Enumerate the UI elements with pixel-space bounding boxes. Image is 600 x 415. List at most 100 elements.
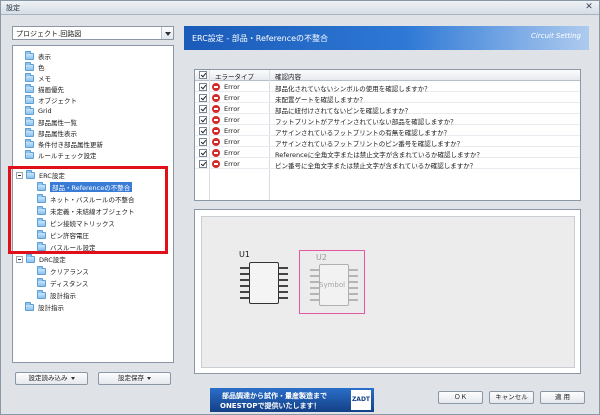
tree-item[interactable]: オブジェクト bbox=[25, 94, 77, 105]
caret-down-icon bbox=[70, 376, 75, 380]
row-checkbox[interactable] bbox=[199, 160, 207, 168]
row-checkbox[interactable] bbox=[199, 116, 207, 124]
pin bbox=[240, 279, 249, 281]
pin bbox=[349, 269, 358, 271]
pin bbox=[310, 293, 319, 295]
tree-item[interactable]: 設計指示 bbox=[25, 301, 64, 312]
error-icon bbox=[212, 149, 220, 157]
folder-icon bbox=[25, 105, 34, 115]
tree-item[interactable]: 部品属性表示 bbox=[25, 127, 77, 138]
pin bbox=[279, 291, 288, 293]
tree-item[interactable]: 描画優先 bbox=[25, 83, 64, 94]
table-row[interactable]: Error 部品に紐付けされてないピンを確認しますか？ bbox=[195, 104, 580, 115]
load-settings-button[interactable]: 設定読み込み bbox=[15, 372, 88, 385]
folder-icon bbox=[37, 265, 46, 275]
preview-canvas: U1 U2 Symbol bbox=[201, 216, 575, 368]
folder-icon bbox=[25, 50, 34, 60]
error-icon bbox=[212, 94, 220, 102]
pin bbox=[310, 287, 319, 289]
promo-banner[interactable]: 部品調達から試作・量産製造まで ONESTOPで提供いたします！ ZADT bbox=[210, 388, 374, 412]
column-header-desc: 確認内容 bbox=[275, 73, 301, 81]
folder-icon bbox=[25, 83, 34, 93]
tree-item[interactable]: ディスタンス bbox=[37, 277, 88, 288]
pin bbox=[279, 279, 288, 281]
row-checkbox[interactable] bbox=[199, 127, 207, 135]
table-row[interactable]: Error 部品化されていないシンボルの使用を確認しますか？ bbox=[195, 82, 580, 93]
pin bbox=[349, 275, 358, 277]
save-settings-button[interactable]: 設定保存 bbox=[98, 372, 171, 385]
table-row[interactable]: Error アサインされているフットプリントのピン番号を確認しますか？ bbox=[195, 137, 580, 148]
tree-item[interactable]: 設計指示 bbox=[37, 289, 76, 300]
folder-icon bbox=[25, 116, 34, 126]
chevron-down-icon[interactable] bbox=[161, 27, 173, 39]
tree-item[interactable]: メモ bbox=[25, 72, 51, 83]
row-checkbox[interactable] bbox=[199, 105, 207, 113]
ok-button[interactable]: ＯＫ bbox=[438, 391, 483, 404]
folder-icon bbox=[37, 289, 46, 299]
folder-icon bbox=[25, 127, 34, 137]
window-title: 設定 bbox=[6, 4, 20, 12]
cancel-button[interactable]: キャンセル bbox=[489, 391, 534, 404]
title-bar: 設定 ✕ bbox=[1, 1, 599, 15]
tree-item[interactable]: 部品属性一覧 bbox=[25, 116, 77, 127]
tree-item[interactable]: ルールチェック設定 bbox=[25, 149, 97, 160]
tree-item-drc[interactable]: DRC設定 bbox=[16, 253, 66, 264]
error-icon bbox=[212, 127, 220, 135]
pin bbox=[310, 269, 319, 271]
table-row[interactable]: Error Referenceに全角文字または禁止文字が含まれているか確認しますか… bbox=[195, 148, 580, 159]
close-icon[interactable]: ✕ bbox=[583, 2, 595, 13]
section-title: ERC設定 - 部品・Referenceの不整合 bbox=[192, 34, 329, 43]
pin bbox=[240, 273, 249, 275]
table-header: エラータイプ 確認内容 bbox=[195, 70, 580, 81]
error-icon bbox=[212, 160, 220, 168]
table-row[interactable]: Error アサインされているフットプリントの有無を確認しますか？ bbox=[195, 126, 580, 137]
error-icon bbox=[212, 105, 220, 113]
pin bbox=[310, 299, 319, 301]
symbol-label: Symbol bbox=[319, 281, 346, 289]
row-checkbox[interactable] bbox=[199, 83, 207, 91]
error-icon bbox=[212, 116, 220, 124]
brand-label: Circuit Setting bbox=[531, 32, 581, 40]
pin bbox=[240, 285, 249, 287]
caret-down-icon bbox=[147, 376, 151, 380]
collapse-icon[interactable] bbox=[16, 255, 23, 263]
table-row[interactable]: Error ピン番号に全角文字または禁止文字が含まれているか確認しますか？ bbox=[195, 159, 580, 170]
folder-icon bbox=[37, 277, 46, 287]
pin bbox=[279, 267, 288, 269]
erc-rules-table[interactable]: エラータイプ 確認内容 Error 部品化されていないシンボルの使用を確認しますか… bbox=[194, 69, 581, 201]
folder-icon bbox=[25, 301, 34, 311]
project-select-value: プロジェクト.回路図 bbox=[16, 30, 82, 38]
tree-item[interactable]: Grid bbox=[25, 105, 52, 116]
error-icon bbox=[212, 83, 220, 91]
tree-item[interactable]: 色 bbox=[25, 61, 45, 72]
banner-line-2: ONESTOPで提供いたします！ bbox=[220, 402, 321, 410]
row-checkbox[interactable] bbox=[199, 149, 207, 157]
tree-item[interactable]: 表示 bbox=[25, 50, 51, 61]
row-checkbox[interactable] bbox=[199, 94, 207, 102]
tree-item[interactable]: クリアランス bbox=[37, 265, 89, 276]
project-select[interactable]: プロジェクト.回路図 bbox=[12, 26, 174, 40]
column-header-type: エラータイプ bbox=[215, 73, 254, 81]
highlight-frame bbox=[8, 166, 168, 254]
select-all-checkbox[interactable] bbox=[199, 71, 207, 79]
pin bbox=[349, 299, 358, 301]
pin bbox=[349, 293, 358, 295]
folder-icon bbox=[25, 138, 34, 148]
table-row[interactable]: Error フットプリントがアサインされていない部品を確認しますか？ bbox=[195, 115, 580, 126]
folder-icon bbox=[26, 253, 35, 263]
table-row[interactable]: Error 未配置ゲートを確認しますか？ bbox=[195, 93, 580, 104]
apply-button[interactable]: 適 用 bbox=[540, 391, 585, 404]
row-checkbox[interactable] bbox=[199, 138, 207, 146]
pin bbox=[240, 291, 249, 293]
section-header: ERC設定 - 部品・Referenceの不整合 Circuit Setting bbox=[184, 26, 589, 50]
pin bbox=[349, 281, 358, 283]
tree-item[interactable]: 条件付き部品属性更新 bbox=[25, 138, 103, 149]
u2-reference: U2 bbox=[316, 253, 327, 262]
pin bbox=[240, 297, 249, 299]
error-icon bbox=[212, 138, 220, 146]
folder-icon bbox=[25, 94, 34, 104]
pin bbox=[279, 297, 288, 299]
folder-icon bbox=[25, 149, 34, 159]
pin bbox=[310, 275, 319, 277]
u1-reference: U1 bbox=[239, 250, 250, 259]
